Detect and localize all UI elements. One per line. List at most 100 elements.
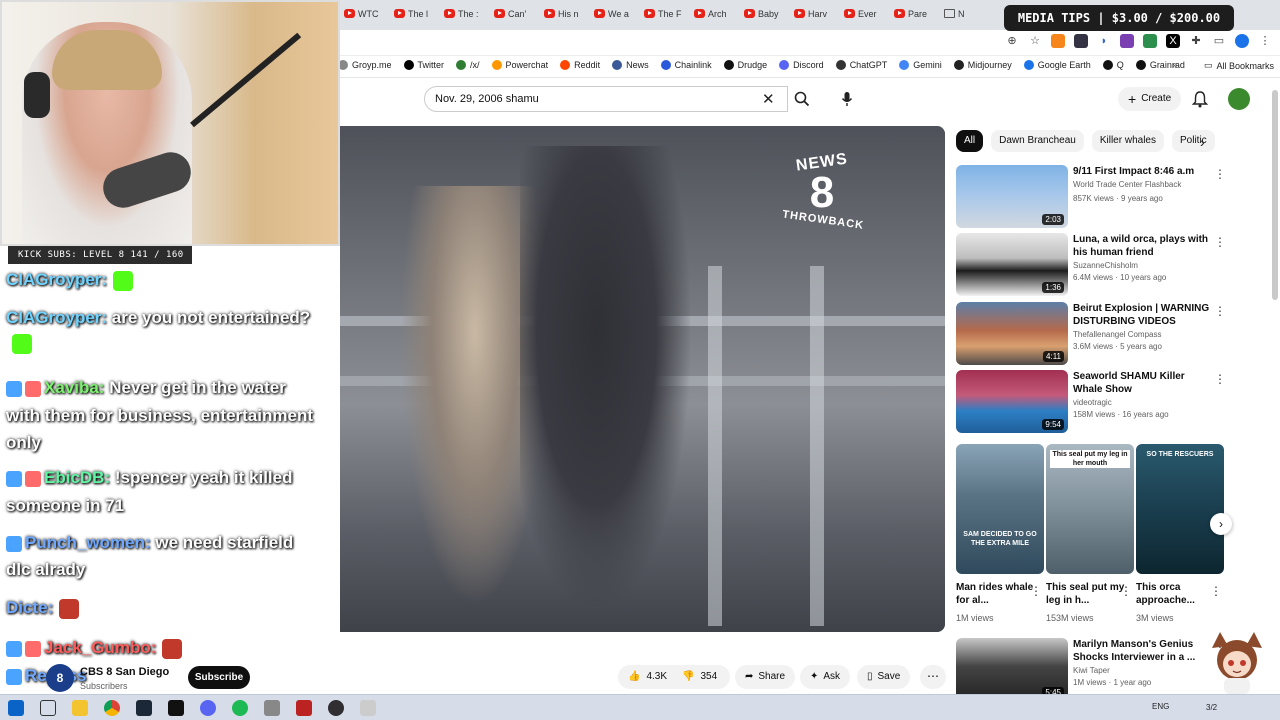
dislike-button[interactable]: 👎 354 [682,665,717,689]
bookmark-item[interactable]: Twitter [403,60,444,70]
browser-menu-icon[interactable]: ⋮ [1258,34,1272,48]
browser-tab[interactable]: Can' [490,4,538,24]
filter-chip[interactable]: Killer whales [1091,130,1164,152]
subscribe-button[interactable]: Subscribe [188,666,250,689]
short-title[interactable]: Man rides whale for al... [956,581,1036,607]
extensions-puzzle-icon[interactable]: ✚ [1189,34,1203,48]
steam-icon[interactable] [136,700,152,716]
more-options-icon[interactable]: ⋮ [1120,584,1132,598]
browser-tab[interactable]: Ever [840,4,888,24]
bookmark-item[interactable]: Midjourney [953,60,1012,70]
page-scrollbar[interactable] [1272,90,1278,300]
browser-tab[interactable]: Harv [790,4,838,24]
browser-tab[interactable]: We a [590,4,638,24]
video-title[interactable]: Marilyn Manson's Genius Shocks Interview… [1073,638,1211,664]
bookmark-star-icon[interactable]: ☆ [1028,34,1042,48]
recommended-video[interactable]: 4:11 Beirut Explosion | WARNING DISTURBIN… [956,302,1226,366]
bookmark-item[interactable]: News [612,60,649,70]
short-title[interactable]: This orca approache... [1136,581,1216,607]
browser-tab[interactable]: Arch [690,4,738,24]
app-icon[interactable] [264,700,280,716]
x-extension-icon[interactable]: X [1166,34,1180,48]
more-options-icon[interactable]: ⋮ [1214,167,1226,181]
clear-search-icon[interactable]: ✕ [762,90,775,108]
recommended-video[interactable]: 9:54 Seaworld SHAMU Killer Whale Show vide… [956,370,1226,434]
install-app-icon[interactable]: ⊕ [1005,34,1019,48]
spotify-icon[interactable] [232,700,248,716]
video-channel[interactable]: Thefallenangel Compass [1073,330,1162,339]
video-channel[interactable]: World Trade Center Flashback [1073,180,1181,189]
notifications-button[interactable] [1191,90,1209,113]
video-thumbnail[interactable]: 2:03 [956,165,1068,228]
share-button[interactable]: ➦ Share [735,665,796,689]
bookmark-item[interactable]: Q [1102,60,1124,70]
obs-icon[interactable] [328,700,344,716]
video-thumbnail[interactable]: 5:45 [956,638,1068,701]
video-channel[interactable]: videotragic [1073,398,1112,407]
green-extension-icon[interactable] [1143,34,1157,48]
windows-start-icon[interactable] [8,700,24,716]
short-title[interactable]: This seal put my leg in h... [1046,581,1126,607]
browser-tab[interactable]: N [940,4,988,24]
task-view-icon[interactable] [40,700,56,716]
chips-next-chevron-icon[interactable]: › [1200,134,1205,150]
search-button[interactable] [788,86,816,112]
more-options-icon[interactable]: ⋮ [1214,235,1226,249]
file-explorer-icon[interactable] [72,700,88,716]
input-language[interactable]: ENG [1152,702,1169,711]
shield-extension-icon[interactable] [1074,34,1088,48]
short-thumbnail[interactable]: SAM DECIDED TO GO THE EXTRA MILE [956,444,1044,574]
short-thumbnail[interactable]: SO THE RESCUERS [1136,444,1224,574]
clock[interactable]: 3/2 [1206,703,1217,712]
search-input[interactable]: Nov. 29, 2006 shamu [424,86,788,112]
create-button[interactable]: + Create [1118,87,1182,111]
wave-extension-icon[interactable]: ◗ [1097,34,1111,48]
more-options-icon[interactable]: ⋮ [1030,584,1042,598]
more-options-icon[interactable]: ⋮ [1210,584,1222,598]
video-title[interactable]: Luna, a wild orca, plays with his human … [1073,233,1211,259]
bookmark-item[interactable]: Reddit [560,60,600,70]
browser-tab[interactable]: Baby [740,4,788,24]
browser-tab[interactable]: Pare [890,4,938,24]
bookmark-item[interactable]: /x/ [456,60,480,70]
video-thumbnail[interactable]: 9:54 [956,370,1068,433]
browser-tab[interactable]: The l [390,4,438,24]
filter-chip[interactable]: All [956,130,984,152]
chrome-icon[interactable] [104,700,120,716]
browser-tab[interactable]: WTC [340,4,388,24]
bookmark-item[interactable]: Drudge [723,60,767,70]
video-title[interactable]: 9/11 First Impact 8:46 a.m [1073,165,1211,178]
terminal-icon[interactable] [168,700,184,716]
bookmark-item[interactable]: Powerchat [491,60,548,70]
account-avatar[interactable] [1228,88,1250,110]
video-title[interactable]: Beirut Explosion | WARNING DISTURBING VI… [1073,302,1211,328]
more-options-icon[interactable]: ⋮ [1214,304,1226,318]
channel-name[interactable]: CBS 8 San Diego [80,666,169,678]
video-channel[interactable]: SuzanneChisholm [1073,261,1138,270]
browser-tab[interactable]: The : [440,4,488,24]
app-icon[interactable] [296,700,312,716]
filter-chip[interactable]: Dawn Brancheau [991,130,1084,152]
video-title[interactable]: Seaworld SHAMU Killer Whale Show [1073,370,1211,396]
recommended-video[interactable]: 5:45 Marilyn Manson's Genius Shocks Inter… [956,638,1226,702]
app-icon[interactable] [360,700,376,716]
more-actions-button[interactable]: ⋯ [920,665,946,689]
violet-extension-icon[interactable] [1120,34,1134,48]
recommended-video[interactable]: 1:36 Luna, a wild orca, plays with his hu… [956,233,1226,297]
short-thumbnail[interactable]: This seal put my leg in her mouth [1046,444,1134,574]
voice-search-button[interactable] [834,86,860,112]
browser-tab[interactable]: His n [540,4,588,24]
bookmark-item[interactable]: Google Earth [1023,60,1091,70]
video-thumbnail[interactable]: 1:36 [956,233,1068,296]
save-button[interactable]: ▯ Save [857,665,911,689]
all-bookmarks-button[interactable]: ▭ All Bookmarks [1204,60,1274,71]
browser-tab[interactable]: The F [640,4,688,24]
bookmark-item[interactable]: Discord [779,60,824,70]
profile-icon[interactable] [1235,34,1249,48]
bookmark-item[interactable]: Gemini [899,60,942,70]
recommended-video[interactable]: 2:03 9/11 First Impact 8:46 a.m World Trad… [956,165,1226,229]
bookmark-item[interactable]: Chainlink [660,60,712,70]
video-thumbnail[interactable]: 4:11 [956,302,1068,365]
bookmarks-overflow-chevron-icon[interactable]: » [1172,60,1178,71]
metamask-extension-icon[interactable] [1051,34,1065,48]
